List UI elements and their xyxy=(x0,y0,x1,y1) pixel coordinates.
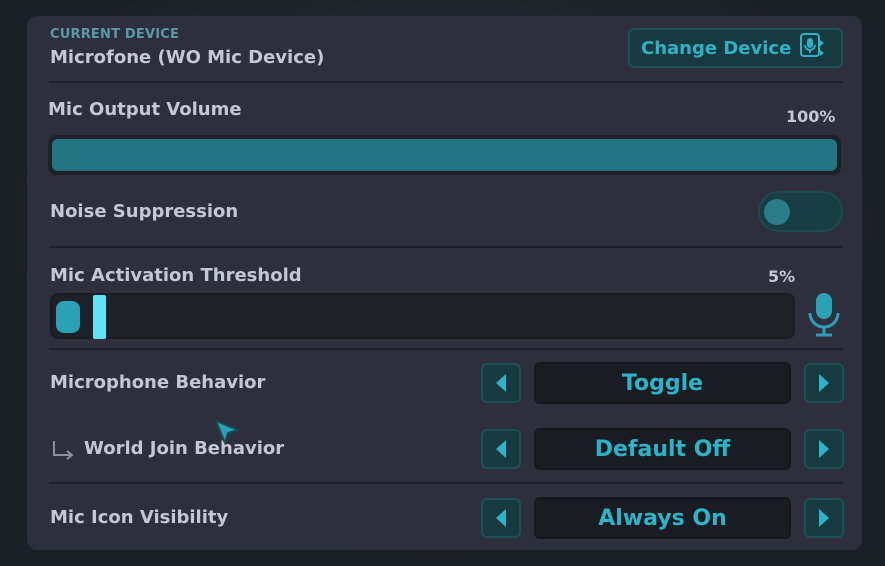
divider xyxy=(49,246,843,248)
world-join-behavior-label: World Join Behavior xyxy=(84,438,285,459)
noise-suppression-toggle[interactable] xyxy=(758,191,843,232)
world-join-behavior-value-text: Default Off xyxy=(594,436,731,462)
microphone-behavior-value: Toggle xyxy=(534,362,791,404)
mic-icon-visibility-value: Always On xyxy=(534,497,791,539)
microphone-icon xyxy=(807,291,841,343)
output-volume-label: Mic Output Volume xyxy=(48,99,242,120)
arrow-right-icon xyxy=(819,509,829,527)
arrow-right-icon xyxy=(819,440,829,458)
activation-threshold-label: Mic Activation Threshold xyxy=(50,265,302,286)
world-join-behavior-value: Default Off xyxy=(534,428,791,470)
arrow-left-icon xyxy=(496,374,506,392)
output-volume-slider[interactable] xyxy=(48,135,841,175)
microphone-behavior-prev-button[interactable] xyxy=(481,363,521,403)
mic-icon-visibility-value-text: Always On xyxy=(598,505,727,531)
arrow-left-icon xyxy=(496,440,506,458)
mic-icon-visibility-prev-button[interactable] xyxy=(481,498,521,538)
microphone-behavior-label: Microphone Behavior xyxy=(50,372,266,393)
activation-threshold-slider[interactable] xyxy=(50,293,795,339)
world-join-behavior-next-button[interactable] xyxy=(804,429,844,469)
world-join-behavior-prev-button[interactable] xyxy=(481,429,521,469)
current-device-caption: CURRENT DEVICE xyxy=(50,27,180,42)
output-volume-value: 100% xyxy=(786,107,836,126)
cursor-icon xyxy=(213,418,241,450)
mic-icon-visibility-next-button[interactable] xyxy=(804,498,844,538)
current-device-name: Microfone (WO Mic Device) xyxy=(50,47,325,68)
divider xyxy=(49,348,843,350)
activation-threshold-value: 5% xyxy=(768,267,796,286)
toggle-knob xyxy=(764,199,790,225)
microphone-behavior-next-button[interactable] xyxy=(804,363,844,403)
microphone-behavior-value-text: Toggle xyxy=(621,370,704,396)
mic-icon-visibility-label: Mic Icon Visibility xyxy=(50,507,229,528)
output-volume-fill xyxy=(52,139,837,171)
swap-mic-icon xyxy=(799,32,825,64)
threshold-level-fill xyxy=(56,301,80,333)
arrow-left-icon xyxy=(496,509,506,527)
noise-suppression-label: Noise Suppression xyxy=(50,201,239,222)
change-device-label: Change Device xyxy=(641,37,792,59)
change-device-button[interactable]: Change Device xyxy=(628,28,843,68)
threshold-slider-handle[interactable] xyxy=(93,295,106,339)
arrow-right-icon xyxy=(819,374,829,392)
sub-setting-arrow-icon xyxy=(52,440,74,464)
mic-settings-panel: CURRENT DEVICE Microfone (WO Mic Device)… xyxy=(27,16,862,550)
divider xyxy=(49,81,843,83)
divider xyxy=(49,482,843,484)
